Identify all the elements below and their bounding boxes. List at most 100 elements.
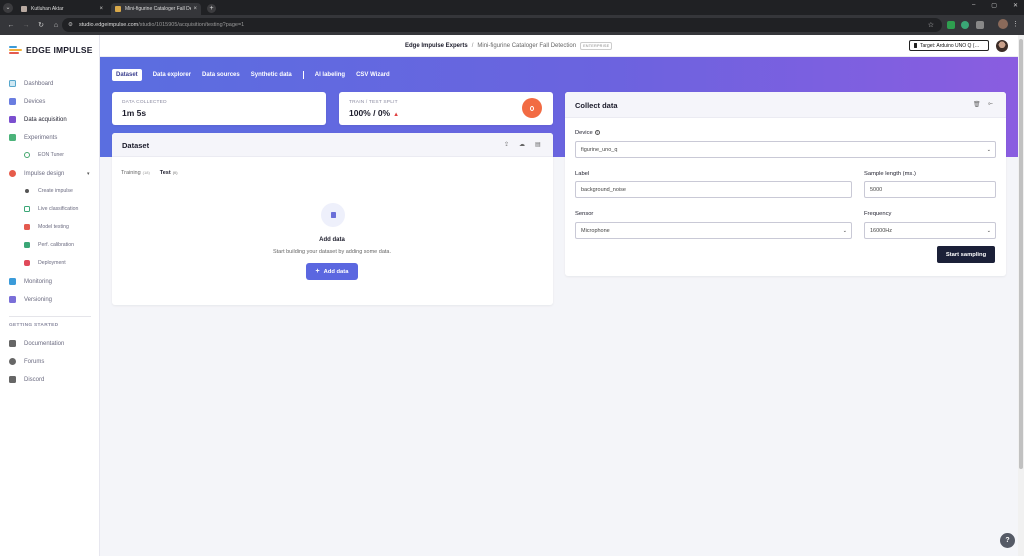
back-icon[interactable]: ← [7, 22, 15, 29]
deploy-icon [24, 260, 30, 266]
impulse-icon [9, 170, 16, 177]
document-icon[interactable]: ▤ [535, 141, 541, 148]
plus-icon: + [315, 268, 320, 275]
dataset-card: Dataset ⇪ ☁ ▤ Training (18) Test (0) Add d… [112, 133, 553, 305]
documentation-icon [9, 340, 16, 347]
tab-ai-labeling[interactable]: AI labeling [315, 69, 345, 81]
browser-tab[interactable]: Kutluhan Aktar × [17, 3, 107, 15]
sidebar-item-eon-tuner[interactable]: EON Tuner [24, 152, 64, 158]
sidebar: EDGE IMPULSE Dashboard Devices Data acqu… [0, 35, 100, 556]
chevron-down-icon[interactable]: ▾ [87, 171, 90, 177]
label-input[interactable]: background_noise [575, 181, 852, 198]
collect-data-card: Collect data 🗑 ⟜ Device? figurine_uno_q … [565, 92, 1006, 276]
tab-dataset[interactable]: Dataset [112, 69, 142, 81]
logo-mark-icon [9, 45, 22, 55]
new-tab-icon[interactable]: + [207, 4, 216, 13]
empty-state-title: Add data [319, 237, 345, 243]
site-info-icon[interactable]: ⚙ [68, 22, 73, 28]
warning-icon[interactable]: ▲ [393, 112, 399, 118]
browser-toolbar: ← → ↻ ⌂ ⚙ studio.edgeimpulse.com/studio/… [0, 15, 1024, 35]
live-icon [24, 206, 30, 212]
split-value: 100% / 0% [349, 108, 391, 118]
sidebar-item-data-acquisition[interactable]: Data acquisition [9, 116, 67, 123]
label-field-label: Label [575, 171, 590, 177]
sample-length-label: Sample length (ms.) [864, 171, 916, 177]
sidebar-item-documentation[interactable]: Documentation [9, 340, 64, 347]
sidebar-item-experiments[interactable]: Experiments [9, 134, 57, 141]
split-indicator-icon[interactable] [522, 98, 542, 118]
device-select[interactable]: figurine_uno_q ⌄ [575, 141, 996, 158]
frequency-select[interactable]: 16000Hz ⌄ [864, 222, 996, 239]
experiments-icon [9, 134, 16, 141]
trash-icon[interactable]: 🗑 [973, 101, 981, 108]
target-device-button[interactable]: Target: Arduino UNO Q (… [909, 40, 989, 51]
sidebar-item-forums[interactable]: Forums [9, 358, 44, 365]
browser-tab-active[interactable]: Mini-figurine Cataloger Fall De × [111, 3, 201, 15]
sidebar-item-impulse-design[interactable]: Impulse design [9, 170, 64, 177]
sidebar-item-live-classification[interactable]: Live classification [24, 206, 78, 212]
sidebar-item-monitoring[interactable]: Monitoring [9, 278, 52, 285]
page-scrollbar[interactable] [1018, 35, 1024, 556]
tab-data-explorer[interactable]: Data explorer [153, 69, 191, 81]
extensions-puzzle-icon[interactable] [976, 21, 984, 29]
address-bar[interactable]: ⚙ studio.edgeimpulse.com/studio/1015905/… [62, 18, 942, 32]
project-owner-link[interactable]: Edge Impulse Experts [405, 43, 468, 49]
split-label: TRAIN / TEST SPLIT [349, 100, 398, 105]
empty-state-subtitle: Start building your dataset by adding so… [272, 249, 392, 255]
forward-icon[interactable]: → [22, 22, 30, 29]
cloud-upload-icon[interactable]: ☁ [519, 141, 525, 148]
branch-icon [9, 296, 16, 303]
sensor-label: Sensor [575, 211, 594, 217]
tab-data-sources[interactable]: Data sources [202, 69, 240, 81]
help-icon[interactable]: ? [594, 130, 600, 135]
extension-shield-icon[interactable] [947, 21, 955, 29]
sidebar-item-versioning[interactable]: Versioning [9, 296, 52, 303]
train-test-split-card: TRAIN / TEST SPLIT 100% / 0% ▲ [339, 92, 553, 125]
sensor-select[interactable]: Microphone ⌄ [575, 222, 852, 239]
chip-icon [9, 98, 16, 105]
help-icon[interactable]: ? [1000, 533, 1015, 548]
sidebar-item-perf-calibration[interactable]: Perf. calibration [24, 242, 74, 248]
chip-icon [914, 43, 917, 48]
bookmark-star-icon[interactable]: ☆ [928, 21, 934, 29]
tab-csv-wizard[interactable]: CSV Wizard [356, 69, 390, 81]
sample-length-input[interactable]: 5000 [864, 181, 996, 198]
reload-icon[interactable]: ↻ [37, 21, 45, 29]
extension-icon[interactable] [961, 21, 969, 29]
scrollbar-thumb[interactable] [1019, 39, 1023, 469]
browser-profile-avatar[interactable] [998, 19, 1008, 29]
sidebar-item-devices[interactable]: Devices [9, 98, 45, 105]
tab-close-icon[interactable]: × [193, 6, 197, 12]
sidebar-item-deployment[interactable]: Deployment [24, 260, 66, 266]
dataset-tabs: Training (18) Test (0) [121, 170, 188, 176]
add-data-button[interactable]: + Add data [306, 263, 358, 280]
minimize-icon[interactable]: – [972, 2, 975, 9]
sidebar-divider [9, 316, 91, 317]
edge-impulse-logo[interactable]: EDGE IMPULSE [9, 45, 93, 55]
sidebar-item-dashboard[interactable]: Dashboard [9, 80, 53, 87]
upload-icon[interactable]: ⇪ [504, 141, 510, 148]
tab-synthetic-data[interactable]: Synthetic data [251, 69, 292, 81]
maximize-icon[interactable]: ▢ [991, 2, 997, 9]
subnav-divider [302, 71, 304, 79]
sidebar-item-discord[interactable]: Discord [9, 376, 44, 383]
project-name[interactable]: Mini-figurine Cataloger Fall Detection [477, 43, 576, 49]
tab-close-icon[interactable]: × [99, 6, 103, 12]
sidebar-item-model-testing[interactable]: Model testing [24, 224, 69, 230]
database-icon [9, 116, 16, 123]
dot-icon [25, 189, 29, 193]
home-icon[interactable]: ⌂ [52, 22, 60, 29]
start-sampling-button[interactable]: Start sampling [937, 246, 995, 263]
tab-test[interactable]: Test (0) [160, 170, 178, 176]
tab-training[interactable]: Training (18) [121, 170, 150, 176]
user-avatar[interactable] [996, 40, 1008, 52]
close-window-icon[interactable]: ✕ [1013, 2, 1018, 9]
chevron-down-icon: ⌄ [986, 227, 991, 234]
browser-menu-icon[interactable]: ⋮ [1012, 20, 1019, 28]
sidebar-item-create-impulse[interactable]: Create impulse [24, 188, 73, 194]
acquisition-subnav: Dataset Data explorer Data sources Synth… [112, 69, 401, 81]
chevron-down-icon: ⌄ [842, 227, 847, 234]
top-header: Edge Impulse Experts / Mini-figurine Cat… [100, 35, 1018, 57]
tab-search-icon[interactable]: ⌄ [3, 2, 13, 13]
disconnect-icon[interactable]: ⟜ [988, 101, 994, 107]
